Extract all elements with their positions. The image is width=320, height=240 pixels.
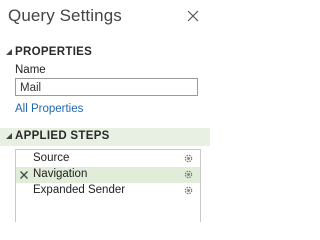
step-label: Navigation xyxy=(33,168,88,180)
step-label: Source xyxy=(33,152,70,164)
all-properties-link[interactable]: All Properties xyxy=(15,103,83,115)
applied-steps-header-label: APPLIED STEPS xyxy=(15,130,110,142)
properties-header-label: PROPERTIES xyxy=(15,46,93,58)
step-row-source[interactable]: Source xyxy=(16,151,200,167)
collapse-triangle-icon xyxy=(6,49,12,55)
applied-steps-list: Source Navigation Expanded Sender xyxy=(15,149,201,222)
delete-step-icon[interactable] xyxy=(19,170,29,180)
gear-icon[interactable] xyxy=(183,185,194,196)
panel-title: Query Settings xyxy=(8,6,122,25)
close-button[interactable] xyxy=(186,9,200,23)
name-field[interactable]: Mail xyxy=(15,78,198,96)
gear-icon[interactable] xyxy=(183,153,194,164)
name-label: Name xyxy=(15,64,46,76)
step-label: Expanded Sender xyxy=(33,184,126,196)
close-icon xyxy=(187,10,199,22)
properties-section-header[interactable]: PROPERTIES xyxy=(0,44,210,62)
applied-steps-section-header[interactable]: APPLIED STEPS xyxy=(0,128,210,146)
gear-icon[interactable] xyxy=(183,169,194,180)
step-row-navigation[interactable]: Navigation xyxy=(16,167,200,183)
collapse-triangle-icon xyxy=(6,133,12,139)
step-row-expanded-sender[interactable]: Expanded Sender xyxy=(16,183,200,199)
